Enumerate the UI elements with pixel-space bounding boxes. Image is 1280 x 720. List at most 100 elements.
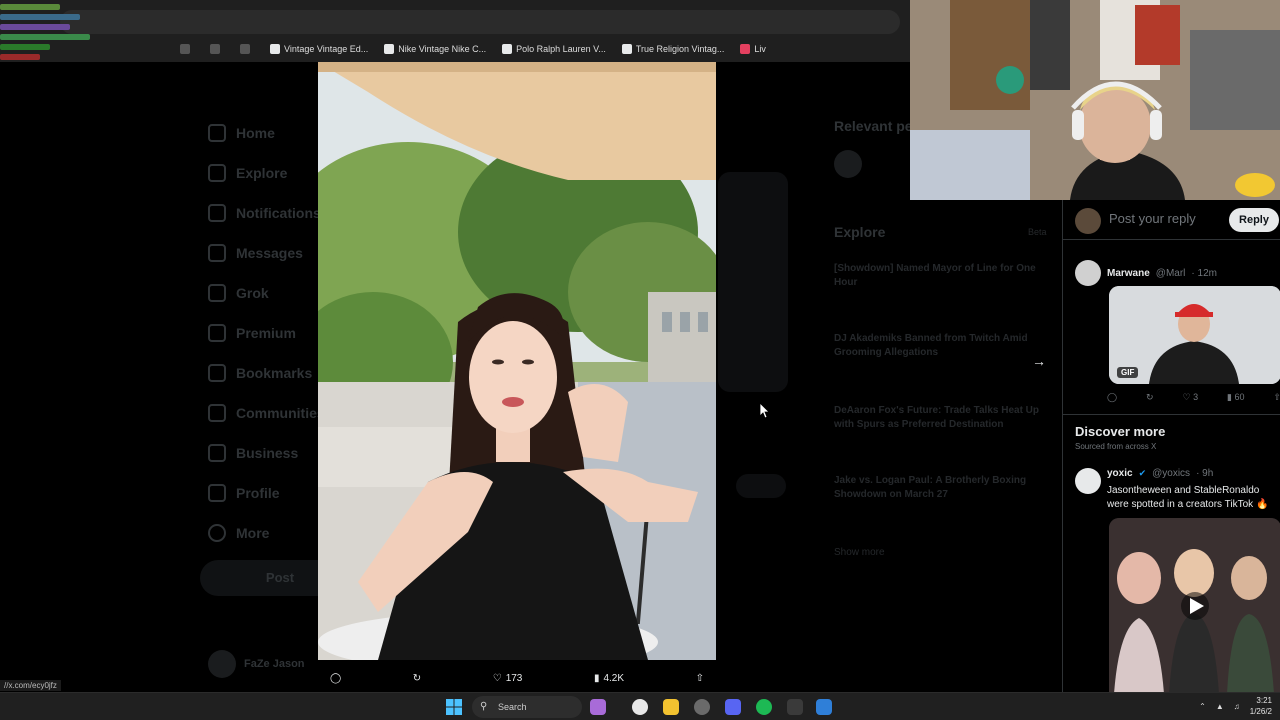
- views-action[interactable]: ▮ 60: [1227, 392, 1244, 403]
- bookmark-item[interactable]: [180, 44, 194, 54]
- reply-action[interactable]: ◯: [330, 673, 341, 684]
- user-handle[interactable]: @yoxics: [1152, 468, 1190, 479]
- post-time: · 9h: [1196, 468, 1214, 479]
- nav-business[interactable]: Business: [208, 444, 298, 462]
- next-image-arrow-icon[interactable]: →: [1032, 353, 1046, 369]
- nav-label: Home: [236, 125, 275, 141]
- explore-story[interactable]: [Showdown] Named Mayor of Line for One H…: [834, 262, 1044, 290]
- bookmark-favicon-icon: [210, 44, 220, 54]
- nav-communities[interactable]: Communities: [208, 404, 325, 422]
- share-icon[interactable]: ⇧: [1273, 392, 1280, 403]
- app-blue-icon[interactable]: [816, 699, 832, 715]
- bookmark-nike[interactable]: Nike Vintage Nike C...: [384, 44, 486, 54]
- views-action[interactable]: ▮ 4.2K: [594, 673, 624, 684]
- gif-media[interactable]: GIF: [1109, 286, 1280, 384]
- chat-line: [0, 14, 80, 20]
- volume-icon[interactable]: ♫: [1234, 702, 1240, 711]
- dimmed-button: [736, 474, 786, 498]
- avatar[interactable]: [1075, 260, 1101, 286]
- nav-label: Communities: [236, 405, 325, 421]
- heart-icon: ♡: [492, 672, 502, 684]
- windows-taskbar: ⚲ Search ⌃ ▲ ♫ 3:21 1/26/2: [0, 692, 1280, 720]
- share-action[interactable]: ⇧: [696, 673, 704, 684]
- view-count: 60: [1234, 392, 1245, 402]
- explore-story[interactable]: DJ Akademiks Banned from Twitch Amid Gro…: [834, 332, 1044, 360]
- show-more-link[interactable]: Show more: [834, 546, 1044, 560]
- grok-icon: [208, 284, 226, 302]
- bookmark-true-religion[interactable]: True Religion Vintag...: [621, 44, 724, 54]
- bookmark-polo[interactable]: Polo Ralph Lauren V...: [502, 44, 606, 54]
- like-count: 173: [505, 672, 523, 684]
- taskbar-search[interactable]: ⚲ Search: [472, 696, 582, 718]
- bookmark-live[interactable]: Liv: [740, 44, 766, 54]
- people-icon: [208, 404, 226, 422]
- user-name[interactable]: Marwane: [1107, 268, 1150, 279]
- file-explorer-icon[interactable]: [663, 699, 679, 715]
- user-handle[interactable]: @Marl: [1156, 268, 1186, 279]
- verified-badge-icon: ✔: [1138, 468, 1147, 478]
- obs-icon[interactable]: [694, 699, 710, 715]
- account-switcher[interactable]: FaZe Jason: [208, 650, 305, 678]
- nav-label: Notifications: [236, 205, 321, 221]
- x-logo-icon: [208, 324, 226, 342]
- bookmark-favicon-icon: [740, 44, 751, 54]
- nav-explore[interactable]: Explore: [208, 164, 287, 182]
- chat-line: [0, 54, 40, 60]
- bell-icon: [208, 204, 226, 222]
- discord-icon[interactable]: [725, 699, 741, 715]
- bar-chart-icon: ▮: [593, 672, 600, 684]
- like-action[interactable]: ♡ 173: [493, 673, 523, 684]
- repost-action[interactable]: ↻: [413, 673, 421, 684]
- repost-icon[interactable]: ↻: [1146, 392, 1154, 403]
- nav-label: More: [236, 525, 270, 541]
- system-tray: ⌃ ▲ ♫ 3:21 1/26/2: [1199, 695, 1272, 717]
- bookmark-item[interactable]: [240, 44, 254, 54]
- nav-home[interactable]: Home: [208, 124, 275, 142]
- chrome-icon[interactable]: [632, 699, 648, 715]
- explore-story[interactable]: DeAaron Fox's Future: Trade Talks Heat U…: [834, 404, 1044, 432]
- comment-icon[interactable]: ◯: [1107, 392, 1117, 403]
- search-icon: ⚲: [480, 701, 488, 712]
- network-icon[interactable]: ▲: [1216, 702, 1224, 711]
- nav-bookmarks[interactable]: Bookmarks: [208, 364, 312, 382]
- nav-messages[interactable]: Messages: [208, 244, 303, 262]
- avatar: [208, 650, 236, 678]
- nav-more[interactable]: More: [208, 524, 269, 542]
- bookmark-favicon-icon: [180, 44, 190, 54]
- windows-start-icon[interactable]: [446, 699, 462, 715]
- like-action[interactable]: ♡ 3: [1183, 392, 1199, 403]
- spotify-icon[interactable]: [756, 699, 772, 715]
- user-name[interactable]: yoxic: [1107, 468, 1133, 479]
- bookmark-item[interactable]: [210, 44, 224, 54]
- nav-grok[interactable]: Grok: [208, 284, 269, 302]
- chevron-up-icon[interactable]: ⌃: [1199, 702, 1206, 711]
- person-icon: [208, 484, 226, 502]
- reply-input[interactable]: Post your reply: [1109, 211, 1196, 226]
- clock[interactable]: 3:21 1/26/2: [1250, 695, 1272, 717]
- explore-story[interactable]: Jake vs. Logan Paul: A Brotherly Boxing …: [834, 474, 1044, 502]
- search-icon: [208, 164, 226, 182]
- widgets-app-icon[interactable]: [590, 699, 606, 715]
- share-icon: ⇧: [695, 672, 704, 684]
- bookmark-label: Nike Vintage Nike C...: [398, 44, 487, 54]
- app-c-icon[interactable]: [787, 699, 803, 715]
- reply-button[interactable]: Reply: [1229, 208, 1279, 232]
- nav-profile[interactable]: Profile: [208, 484, 280, 502]
- explore-badge: Beta: [1028, 227, 1047, 237]
- bookmark-favicon-icon: [384, 44, 395, 54]
- nav-premium[interactable]: Premium: [208, 324, 296, 342]
- webcam-scene: [910, 0, 1280, 200]
- bookmark-label: Vintage Vintage Ed...: [284, 44, 369, 54]
- video-media[interactable]: [1109, 518, 1280, 692]
- bookmark-label: Polo Ralph Lauren V...: [516, 44, 606, 54]
- mouse-cursor-icon: [760, 403, 770, 419]
- nav-notifications[interactable]: Notifications: [208, 204, 321, 222]
- discover-more-title: Discover more: [1075, 424, 1166, 439]
- reply-post-actions: ◯ ↻ ♡ 3 ▮ 60 ⇧: [1107, 392, 1280, 403]
- address-bar[interactable]: [60, 10, 900, 34]
- divider: [1063, 414, 1280, 415]
- bookmark-vintage[interactable]: Vintage Vintage Ed...: [270, 44, 368, 54]
- nav-label: Messages: [236, 245, 303, 261]
- nav-label: Premium: [236, 325, 296, 341]
- avatar[interactable]: [1075, 468, 1101, 494]
